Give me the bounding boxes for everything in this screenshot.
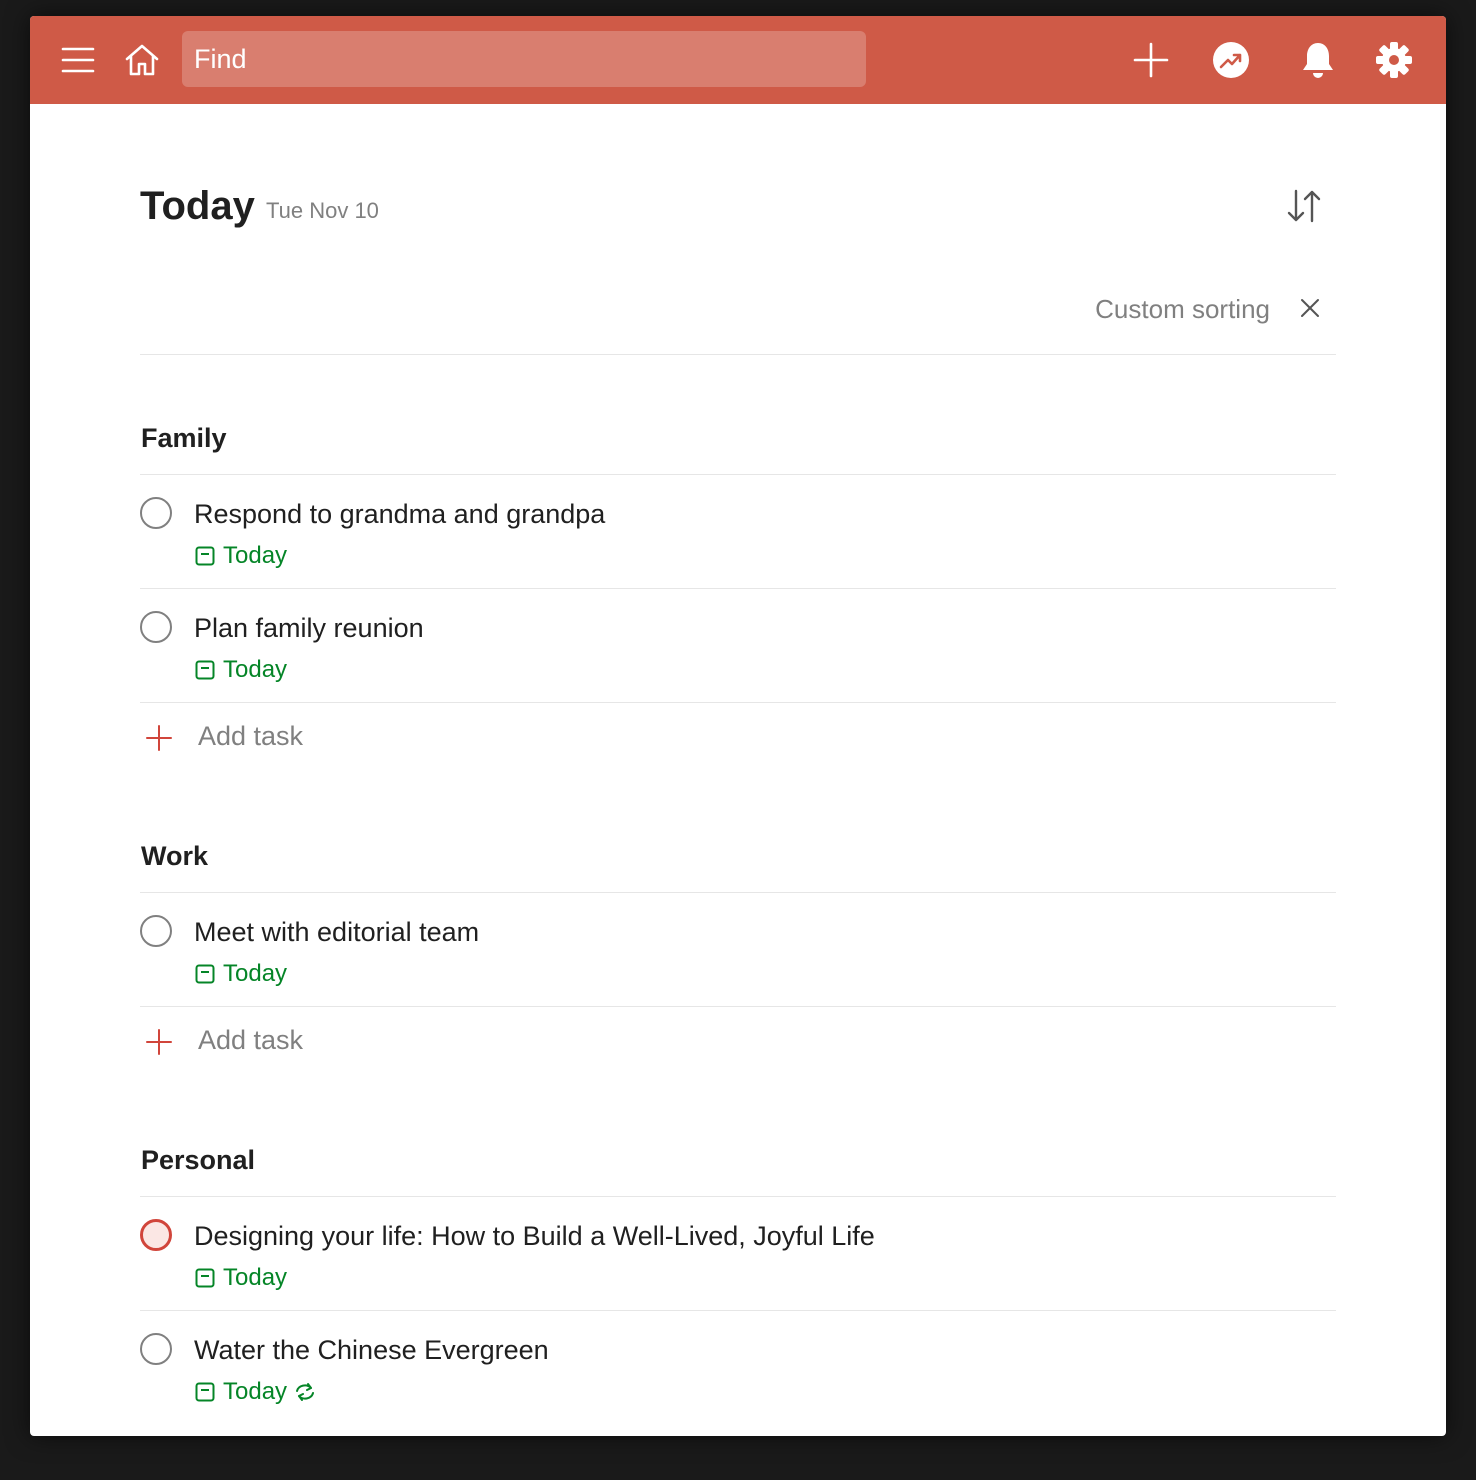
add-task-label: Add task: [198, 721, 304, 751]
due-date-label: Today: [223, 1378, 288, 1405]
task-checkbox[interactable]: [140, 1333, 172, 1365]
top-bar: Find: [30, 16, 1446, 104]
due-date-label: Today: [223, 542, 288, 569]
due-date[interactable]: Today: [195, 1378, 317, 1406]
task-checkbox[interactable]: [140, 915, 172, 947]
due-date[interactable]: Today: [195, 656, 287, 684]
sort-icon[interactable]: [1282, 182, 1326, 230]
page-title: Today: [140, 184, 255, 228]
trend-up-icon[interactable]: [1207, 36, 1255, 84]
add-task-button[interactable]: Add task: [140, 703, 1336, 773]
calendar-icon: [195, 1268, 215, 1288]
search-placeholder: Find: [194, 43, 247, 74]
page-date: Tue Nov 10: [266, 198, 379, 223]
section-work: Work Meet with editorial team Today Add …: [140, 835, 1336, 1077]
due-date-label: Today: [223, 656, 288, 683]
task-item[interactable]: Designing your life: How to Build a Well…: [140, 1197, 1336, 1311]
app-window: Find Today Tue Nov 10 Custom sorting Fam…: [30, 16, 1446, 1436]
plus-icon: [146, 725, 172, 751]
plus-icon[interactable]: [1127, 36, 1175, 84]
calendar-icon: [195, 660, 215, 680]
task-checkbox-priority-1[interactable]: [140, 1219, 172, 1251]
task-checkbox[interactable]: [140, 497, 172, 529]
sorting-bar: Custom sorting: [140, 278, 1336, 355]
calendar-icon: [195, 964, 215, 984]
task-title[interactable]: Designing your life: How to Build a Well…: [194, 1219, 875, 1253]
section-personal: Personal Designing your life: How to Bui…: [140, 1139, 1336, 1424]
due-date-label: Today: [223, 960, 288, 987]
bell-icon[interactable]: [1294, 36, 1342, 84]
due-date[interactable]: Today: [195, 1264, 287, 1292]
section-title: Family: [140, 417, 1336, 475]
recurring-icon: [296, 1383, 315, 1401]
home-icon[interactable]: [118, 36, 166, 84]
gear-icon[interactable]: [1370, 36, 1418, 84]
view-header: Today Tue Nov 10: [140, 182, 1336, 242]
hamburger-menu-icon[interactable]: [54, 36, 102, 84]
section-title: Personal: [140, 1139, 1336, 1197]
search-input[interactable]: Find: [182, 31, 866, 87]
due-date[interactable]: Today: [195, 960, 287, 988]
calendar-icon: [195, 546, 215, 566]
add-task-label: Add task: [198, 1025, 304, 1055]
task-item[interactable]: Respond to grandma and grandpa Today: [140, 475, 1336, 589]
section-title: Work: [140, 835, 1336, 893]
task-title[interactable]: Meet with editorial team: [194, 915, 479, 949]
task-title[interactable]: Respond to grandma and grandpa: [194, 497, 605, 531]
plus-icon: [146, 1029, 172, 1055]
calendar-icon: [195, 1382, 215, 1402]
section-family: Family Respond to grandma and grandpa To…: [140, 417, 1336, 773]
task-item[interactable]: Water the Chinese Evergreen Today: [140, 1311, 1336, 1424]
due-date[interactable]: Today: [195, 542, 287, 570]
task-item[interactable]: Plan family reunion Today: [140, 589, 1336, 703]
task-checkbox[interactable]: [140, 611, 172, 643]
task-item[interactable]: Meet with editorial team Today: [140, 893, 1336, 1007]
due-date-label: Today: [223, 1264, 288, 1291]
close-icon[interactable]: [1296, 294, 1324, 322]
task-title[interactable]: Plan family reunion: [194, 611, 424, 645]
add-task-button[interactable]: Add task: [140, 1007, 1336, 1077]
sorting-label[interactable]: Custom sorting: [1095, 294, 1270, 325]
task-title[interactable]: Water the Chinese Evergreen: [194, 1333, 549, 1367]
